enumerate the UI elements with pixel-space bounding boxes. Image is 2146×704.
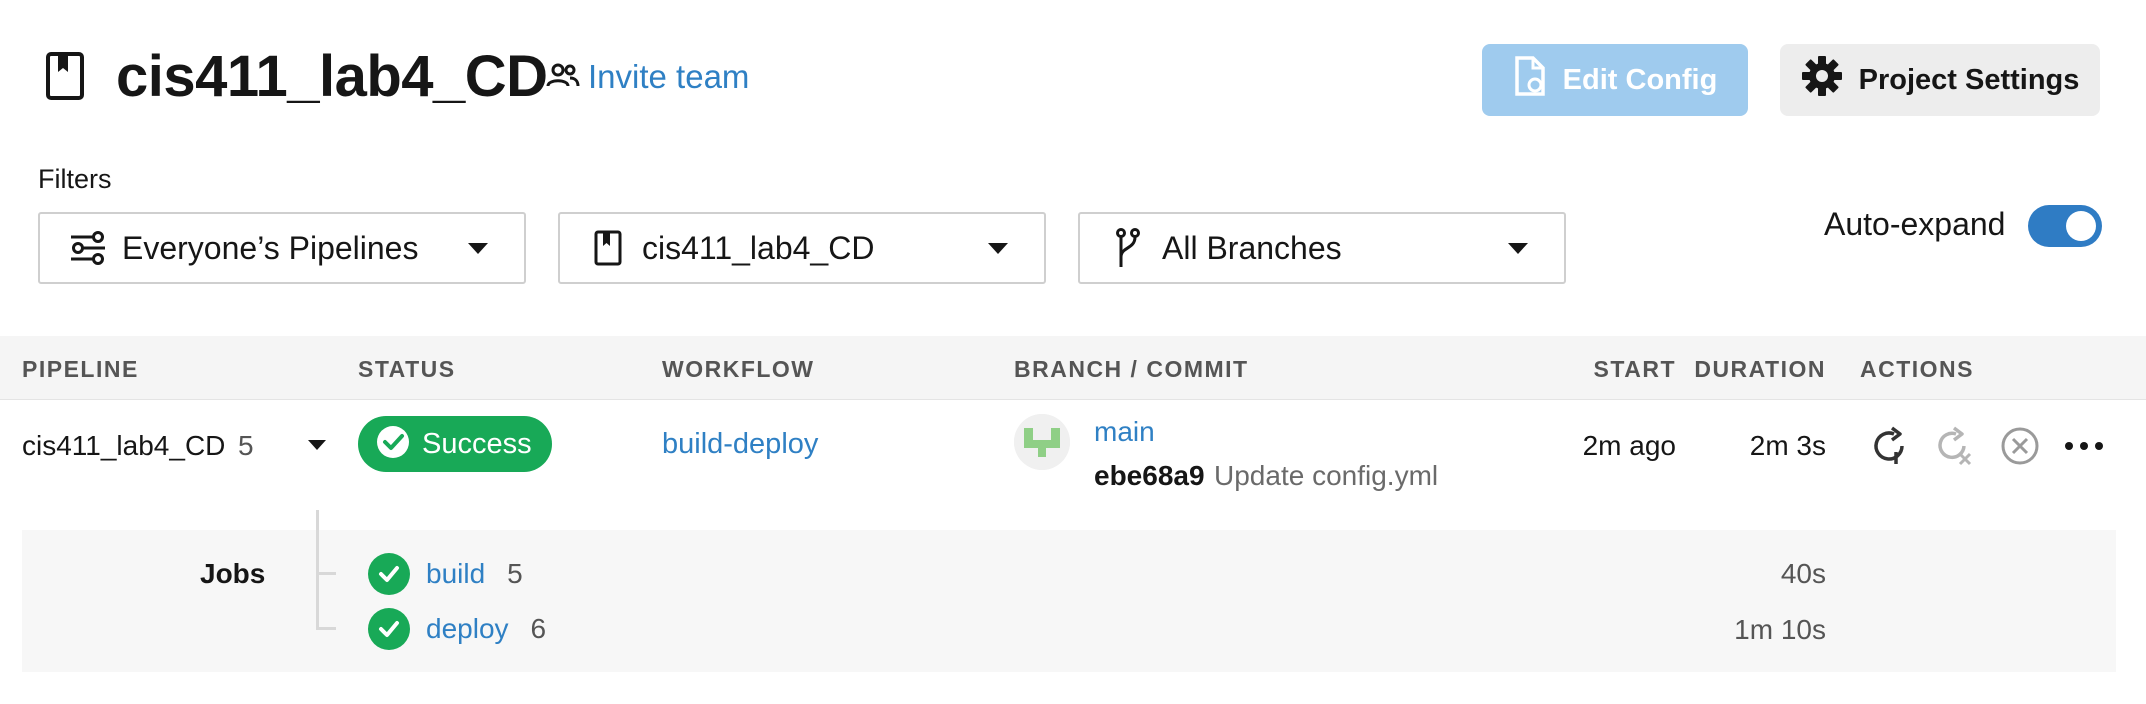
job-duration: 40s: [1780, 558, 1826, 589]
auto-expand-label: Auto-expand: [1824, 206, 2006, 242]
project-settings-button[interactable]: Project Settings: [1780, 44, 2100, 116]
pipelines-filter-value: Everyone’s Pipelines: [122, 229, 419, 266]
project-filter-dropdown[interactable]: cis411_lab4_CD: [558, 212, 1046, 284]
branches-filter-dropdown[interactable]: All Branches: [1078, 212, 1566, 284]
file-gear-icon: [1513, 55, 1547, 105]
sliders-icon: [68, 228, 108, 268]
tree-connector: [316, 572, 336, 575]
table-header: PIPELINE STATUS WORKFLOW BRANCH / COMMIT…: [0, 336, 2146, 400]
git-branch-icon: [1108, 228, 1148, 268]
job-item-deploy: deploy 6: [368, 607, 546, 651]
cancel-circle-icon[interactable]: [1998, 424, 2042, 468]
pipeline-number: 5: [238, 430, 254, 461]
edit-config-button[interactable]: Edit Config: [1482, 44, 1748, 116]
filters-label: Filters: [38, 164, 112, 194]
header-start: START: [1593, 356, 1676, 382]
avatar: [1014, 414, 1070, 470]
tree-connector: [316, 627, 336, 630]
more-dots-icon[interactable]: [2062, 424, 2106, 468]
jobs-panel: [22, 530, 2116, 672]
invite-team-link[interactable]: Invite team: [546, 58, 749, 96]
auto-expand-toggle[interactable]: [2028, 205, 2102, 247]
header-workflow: WORKFLOW: [662, 356, 815, 382]
chevron-down-icon: [468, 242, 488, 254]
people-icon: [546, 62, 580, 93]
project-title: cis411_lab4_CD: [116, 44, 548, 109]
branch-link[interactable]: main: [1094, 416, 1155, 448]
job-number: 5: [507, 558, 523, 589]
pipelines-filter-dropdown[interactable]: Everyone’s Pipelines: [38, 212, 526, 284]
tree-connector: [316, 510, 319, 630]
chevron-down-icon: [1508, 242, 1528, 254]
start-time: 2m ago: [1582, 430, 1676, 461]
bookmark-book-icon: [588, 228, 628, 268]
workflow-link[interactable]: build-deploy: [662, 428, 818, 461]
check-circle-icon: [368, 608, 410, 650]
page-header: cis411_lab4_CD Invite team Edit Config P…: [0, 0, 2146, 160]
header-actions: ACTIONS: [1860, 356, 1974, 382]
chevron-down-icon: [988, 242, 1008, 254]
toggle-knob: [2066, 211, 2096, 241]
job-number: 6: [530, 613, 547, 644]
jobs-label: Jobs: [200, 558, 266, 589]
job-duration: 1m 10s: [1734, 614, 1826, 645]
expand-chevron-icon[interactable]: [308, 440, 326, 450]
check-circle-icon: [376, 425, 410, 464]
gear-icon: [1801, 55, 1843, 105]
pipeline-name: cis411_lab4_CD: [22, 430, 226, 461]
rerun-failed-icon[interactable]: [1932, 424, 1976, 468]
table-row: cis411_lab4_CD 5 Success build-deploy ma…: [0, 400, 2146, 510]
commit-hash[interactable]: ebe68a9: [1094, 460, 1205, 492]
duration: 2m 3s: [1749, 430, 1826, 461]
job-name-link[interactable]: deploy: [426, 613, 509, 645]
header-pipeline: PIPELINE: [22, 356, 139, 382]
job-name-link[interactable]: build: [426, 558, 485, 590]
commit-message: Update config.yml: [1214, 460, 1439, 491]
status-badge: Success: [358, 416, 552, 472]
edit-config-label: Edit Config: [1562, 63, 1718, 96]
project-filter-value: cis411_lab4_CD: [642, 229, 875, 266]
job-item-build: build 5: [368, 552, 523, 596]
header-status: STATUS: [358, 356, 456, 382]
header-duration: DURATION: [1694, 356, 1826, 382]
rerun-icon[interactable]: [1868, 424, 1912, 468]
project-book-icon: [44, 50, 88, 102]
header-branch-commit: BRANCH / COMMIT: [1014, 356, 1249, 382]
project-settings-label: Project Settings: [1858, 63, 2080, 96]
check-circle-icon: [368, 553, 410, 595]
branches-filter-value: All Branches: [1162, 229, 1342, 266]
status-label: Success: [422, 427, 532, 460]
invite-team-label: Invite team: [588, 58, 750, 95]
